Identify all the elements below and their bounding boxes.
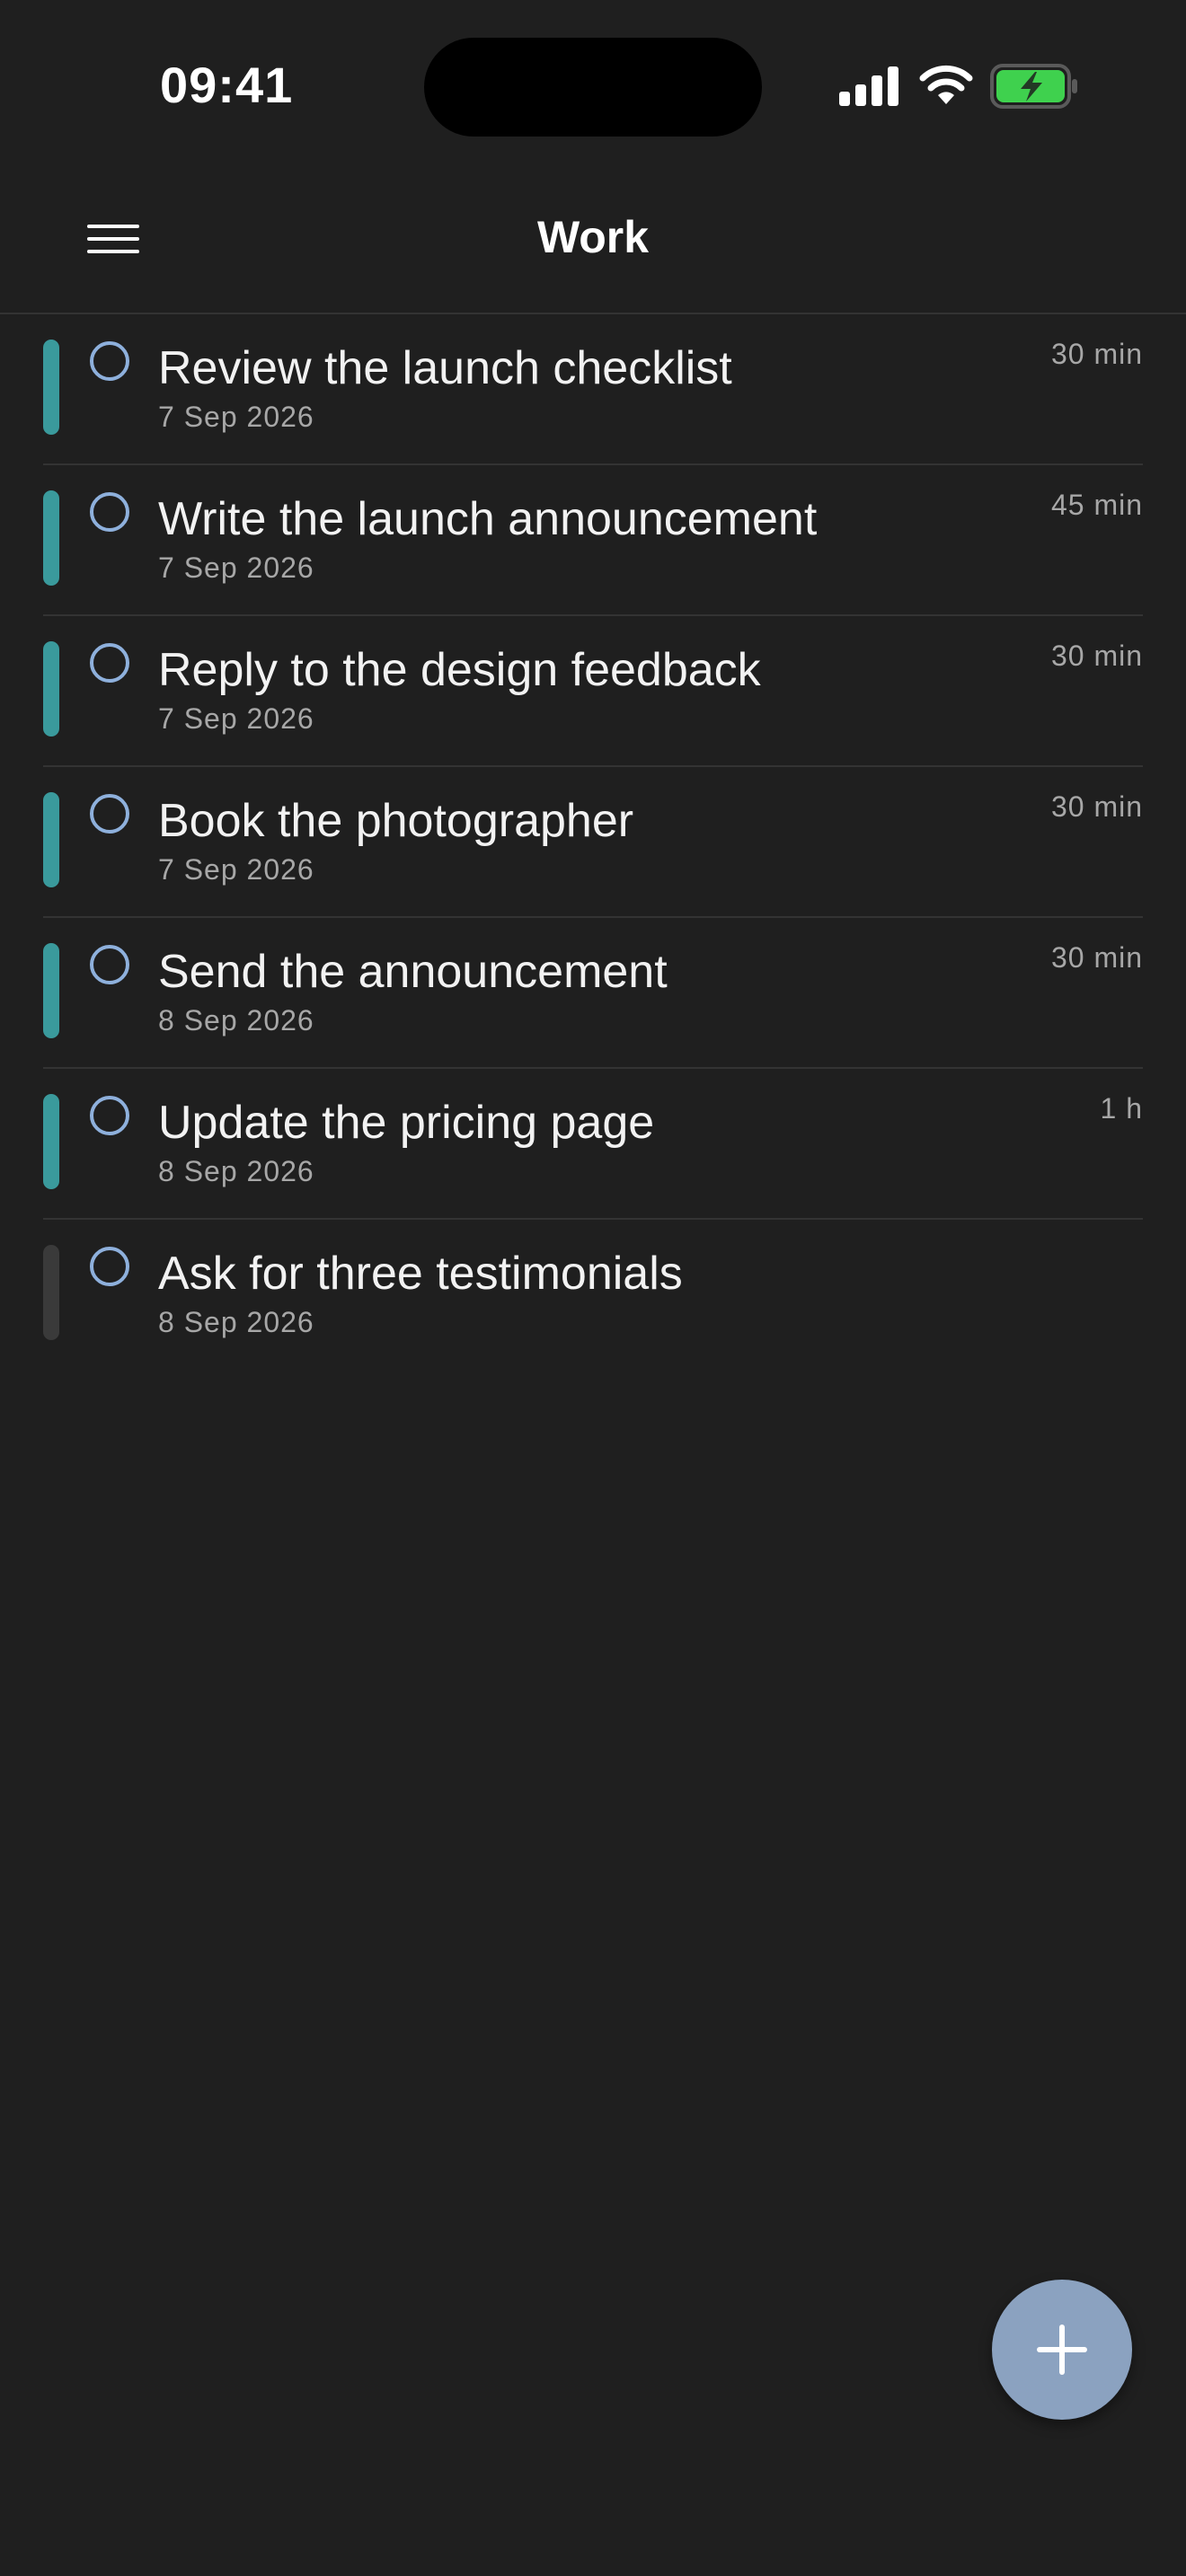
- task-row[interactable]: Reply to the design feedback 7 Sep 2026 …: [43, 616, 1143, 767]
- task-row[interactable]: Review the launch checklist 7 Sep 2026 3…: [43, 314, 1143, 465]
- task-title: Send the announcement: [158, 946, 668, 998]
- status-time: 09:41: [160, 57, 294, 113]
- task-date: 8 Sep 2026: [158, 1306, 314, 1338]
- priority-indicator: [43, 641, 59, 737]
- cellular-signal-icon: [839, 66, 898, 106]
- task-checkbox[interactable]: [90, 643, 129, 683]
- wifi-icon: [919, 65, 973, 104]
- priority-indicator: [43, 792, 59, 887]
- task-duration: 30 min: [1050, 790, 1143, 823]
- task-title: Update the pricing page: [158, 1097, 655, 1149]
- task-checkbox[interactable]: [90, 945, 129, 984]
- task-title: Ask for three testimonials: [158, 1248, 683, 1300]
- task-date: 7 Sep 2026: [158, 401, 314, 433]
- task-checkbox[interactable]: [90, 794, 129, 834]
- plus-icon: [1037, 2325, 1087, 2375]
- task-title: Review the launch checklist: [158, 342, 732, 394]
- status-bar: 09:41: [0, 0, 1186, 171]
- task-row[interactable]: Write the launch announcement 7 Sep 2026…: [43, 465, 1143, 616]
- task-row[interactable]: Update the pricing page 8 Sep 2026 1 h: [43, 1069, 1143, 1220]
- task-row[interactable]: Send the announcement 8 Sep 2026 30 min: [43, 918, 1143, 1069]
- add-task-button[interactable]: [992, 2280, 1132, 2420]
- task-date: 7 Sep 2026: [158, 551, 314, 584]
- battery-charging-icon: [990, 64, 1077, 109]
- task-row[interactable]: Book the photographer 7 Sep 2026 30 min: [43, 767, 1143, 918]
- task-duration: 30 min: [1050, 640, 1143, 672]
- priority-indicator: [43, 340, 59, 435]
- task-duration: 1 h: [1100, 1092, 1143, 1125]
- priority-indicator: [43, 490, 59, 586]
- task-title: Reply to the design feedback: [158, 644, 761, 696]
- task-title: Write the launch announcement: [158, 493, 818, 545]
- priority-indicator: [43, 1245, 59, 1340]
- dynamic-island: [424, 38, 762, 137]
- task-list: Review the launch checklist 7 Sep 2026 3…: [0, 314, 1186, 1369]
- task-row[interactable]: Ask for three testimonials 8 Sep 2026: [43, 1220, 1143, 1369]
- task-date: 7 Sep 2026: [158, 853, 314, 886]
- task-title: Book the photographer: [158, 795, 634, 847]
- task-duration: 45 min: [1050, 489, 1143, 521]
- task-duration: 30 min: [1050, 338, 1143, 370]
- task-duration: 30 min: [1050, 941, 1143, 974]
- priority-indicator: [43, 1094, 59, 1189]
- task-checkbox[interactable]: [90, 1096, 129, 1135]
- task-checkbox[interactable]: [90, 1247, 129, 1286]
- task-checkbox[interactable]: [90, 492, 129, 532]
- task-checkbox[interactable]: [90, 341, 129, 381]
- task-date: 8 Sep 2026: [158, 1004, 314, 1037]
- task-date: 8 Sep 2026: [158, 1155, 314, 1187]
- page-title: Work: [536, 212, 650, 262]
- task-date: 7 Sep 2026: [158, 702, 314, 735]
- priority-indicator: [43, 943, 59, 1038]
- app-header: Work: [0, 171, 1186, 314]
